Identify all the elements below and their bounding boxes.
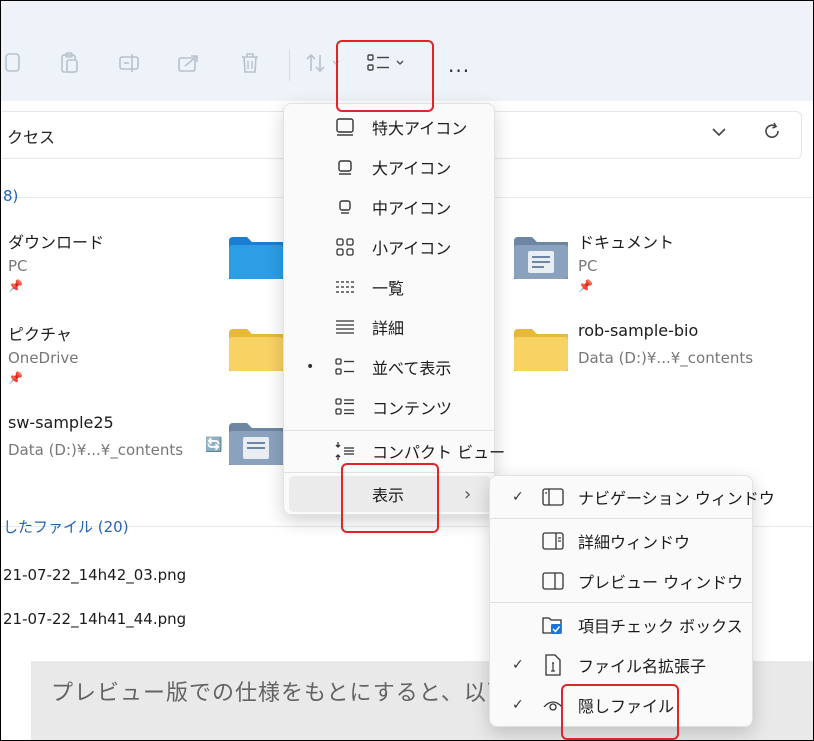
details-icon [334,316,356,338]
details-pane-icon [542,530,564,552]
menu-separator [490,602,752,603]
medium-icons-icon [334,196,356,218]
file-extension-icon [542,654,564,676]
chevron-right-icon: › [464,483,472,505]
pin-icon: 📌 [8,279,23,293]
chevron-down-icon[interactable] [711,124,727,144]
compact-view-icon [334,440,356,462]
menu-item-tiles[interactable]: • 並べて表示 [284,348,494,386]
refresh-icon[interactable] [763,122,781,145]
extra-large-icons-icon [334,116,356,138]
sync-icon: 🔄 [205,437,223,453]
quick-access-header[interactable]: 8) [3,187,18,205]
check-icon: ✓ [512,657,524,673]
menu-separator [490,518,752,519]
document-folder-icon [229,423,283,465]
menu-item-details-pane[interactable]: 詳細ウィンドウ [490,522,752,560]
pin-icon: 📌 [578,279,593,293]
background-document-text: プレビュー版での仕様をもとにすると、以下 [51,681,510,706]
small-icons-icon [334,236,356,258]
rename-icon[interactable] [118,51,142,75]
menu-item-medium-icons[interactable]: 中アイコン [284,188,494,226]
folder-icon [229,329,283,371]
folder-icon [514,329,568,371]
tile-sub: OneDrive [8,349,79,367]
paste-icon[interactable] [58,51,82,75]
more-icon[interactable]: ... [448,53,470,77]
menu-separator [284,430,494,431]
highlight-hidden-files [561,684,679,740]
menu-item-small-icons[interactable]: 小アイコン [284,228,494,266]
menu-item-preview-pane[interactable]: プレビュー ウィンドウ [490,562,752,600]
file-row[interactable]: 21-07-22_14h42_03.png [3,566,186,584]
menu-item-file-extensions[interactable]: ✓ ファイル名拡張子 [490,646,752,684]
highlight-view-button [336,40,434,112]
share-icon[interactable] [177,51,201,75]
content-icon [334,396,356,418]
tile-name[interactable]: ダウンロード [8,229,104,253]
preview-pane-icon [542,570,564,592]
menu-item-list[interactable]: 一覧 [284,268,494,306]
documents-folder-icon [514,237,568,279]
tile-name[interactable]: sw-sample25 [8,413,114,432]
menu-item-extra-large-icons[interactable]: 特大アイコン [284,108,494,146]
tile-name[interactable]: ドキュメント [578,229,674,253]
copy-icon[interactable] [1,51,25,75]
navigation-pane-icon [542,486,564,508]
recent-files-header[interactable]: したファイル (20) [3,516,129,537]
list-icon [334,276,356,298]
menu-item-details[interactable]: 詳細 [284,308,494,346]
pin-icon: 📌 [8,371,23,385]
explorer-window: ... クセス 8) ダウンロード PC 📌 ドキュメント PC 📌 ピクチャ … [0,0,814,741]
tile-name[interactable]: rob-sample-bio [578,321,698,340]
menu-item-content[interactable]: コンテンツ [284,388,494,426]
tiles-icon [334,356,356,378]
file-row[interactable]: 21-07-22_14h41_44.png [3,610,186,628]
highlight-show-item [341,463,439,533]
folder-icon [229,237,283,279]
view-menu: 特大アイコン 大アイコン 中アイコン 小アイコン 一覧 詳細 • 並べて表示 コ… [283,103,505,515]
menu-item-item-checkboxes[interactable]: 項目チェック ボックス [490,606,752,644]
menu-item-navigation-pane[interactable]: ✓ ナビゲーション ウィンドウ [490,478,775,516]
tile-name[interactable]: ピクチャ [8,321,72,345]
selected-bullet: • [306,359,315,375]
tile-sub: PC [578,257,598,275]
checkbox-icon [542,614,564,636]
tile-sub: Data (D:)¥...¥_contents [578,349,754,367]
menu-item-large-icons[interactable]: 大アイコン [284,148,494,186]
toolbar-separator [289,49,290,81]
address-text: クセス [7,128,56,147]
large-icons-icon [334,156,356,178]
tile-sub: PC [8,257,28,275]
tile-sub: Data (D:)¥...¥_contents [8,441,184,459]
check-icon: ✓ [512,489,524,505]
check-icon: ✓ [512,697,524,713]
delete-icon[interactable] [238,51,262,75]
